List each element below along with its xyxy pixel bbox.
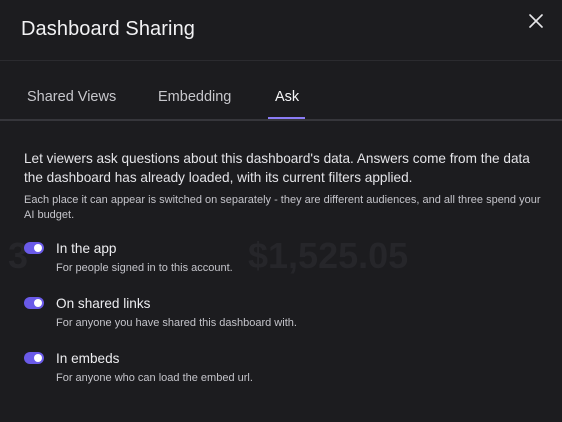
tab-ask[interactable]: Ask [275, 88, 299, 106]
toggle-in-the-app[interactable] [24, 242, 44, 254]
tab-embedding[interactable]: Embedding [158, 88, 231, 106]
option-in-the-app: In the app For people signed in to this … [24, 241, 544, 281]
close-button[interactable] [526, 11, 546, 31]
option-label: On shared links [56, 296, 151, 311]
tab-shared-views[interactable]: Shared Views [27, 88, 116, 106]
option-label: In the app [56, 241, 117, 256]
toggle-on-shared-links[interactable] [24, 297, 44, 309]
ask-note: Each place it can appear is switched on … [24, 194, 541, 221]
close-icon [529, 14, 543, 28]
dashboard-sharing-modal: Dashboard Sharing Shared Views Embedding… [0, 0, 562, 422]
modal-header: Dashboard Sharing [0, 0, 562, 61]
ask-panel: 3 $1,525.05 Let viewers ask questions ab… [0, 121, 562, 422]
option-description: For anyone you have shared this dashboar… [56, 317, 297, 329]
toggle-knob [34, 299, 42, 307]
toggle-knob [34, 244, 42, 252]
option-label: In embeds [56, 351, 120, 366]
toggle-in-embeds[interactable] [24, 352, 44, 364]
active-tab-indicator [268, 117, 305, 119]
option-in-embeds: In embeds For anyone who can load the em… [24, 351, 544, 391]
ask-description: Let viewers ask questions about this das… [24, 151, 530, 185]
option-description: For anyone who can load the embed url. [56, 372, 253, 384]
option-on-shared-links: On shared links For anyone you have shar… [24, 296, 544, 336]
toggle-knob [34, 354, 42, 362]
modal-title: Dashboard Sharing [21, 18, 196, 40]
option-description: For people signed in to this account. [56, 262, 233, 274]
tab-bar: Shared Views Embedding Ask [0, 60, 562, 121]
